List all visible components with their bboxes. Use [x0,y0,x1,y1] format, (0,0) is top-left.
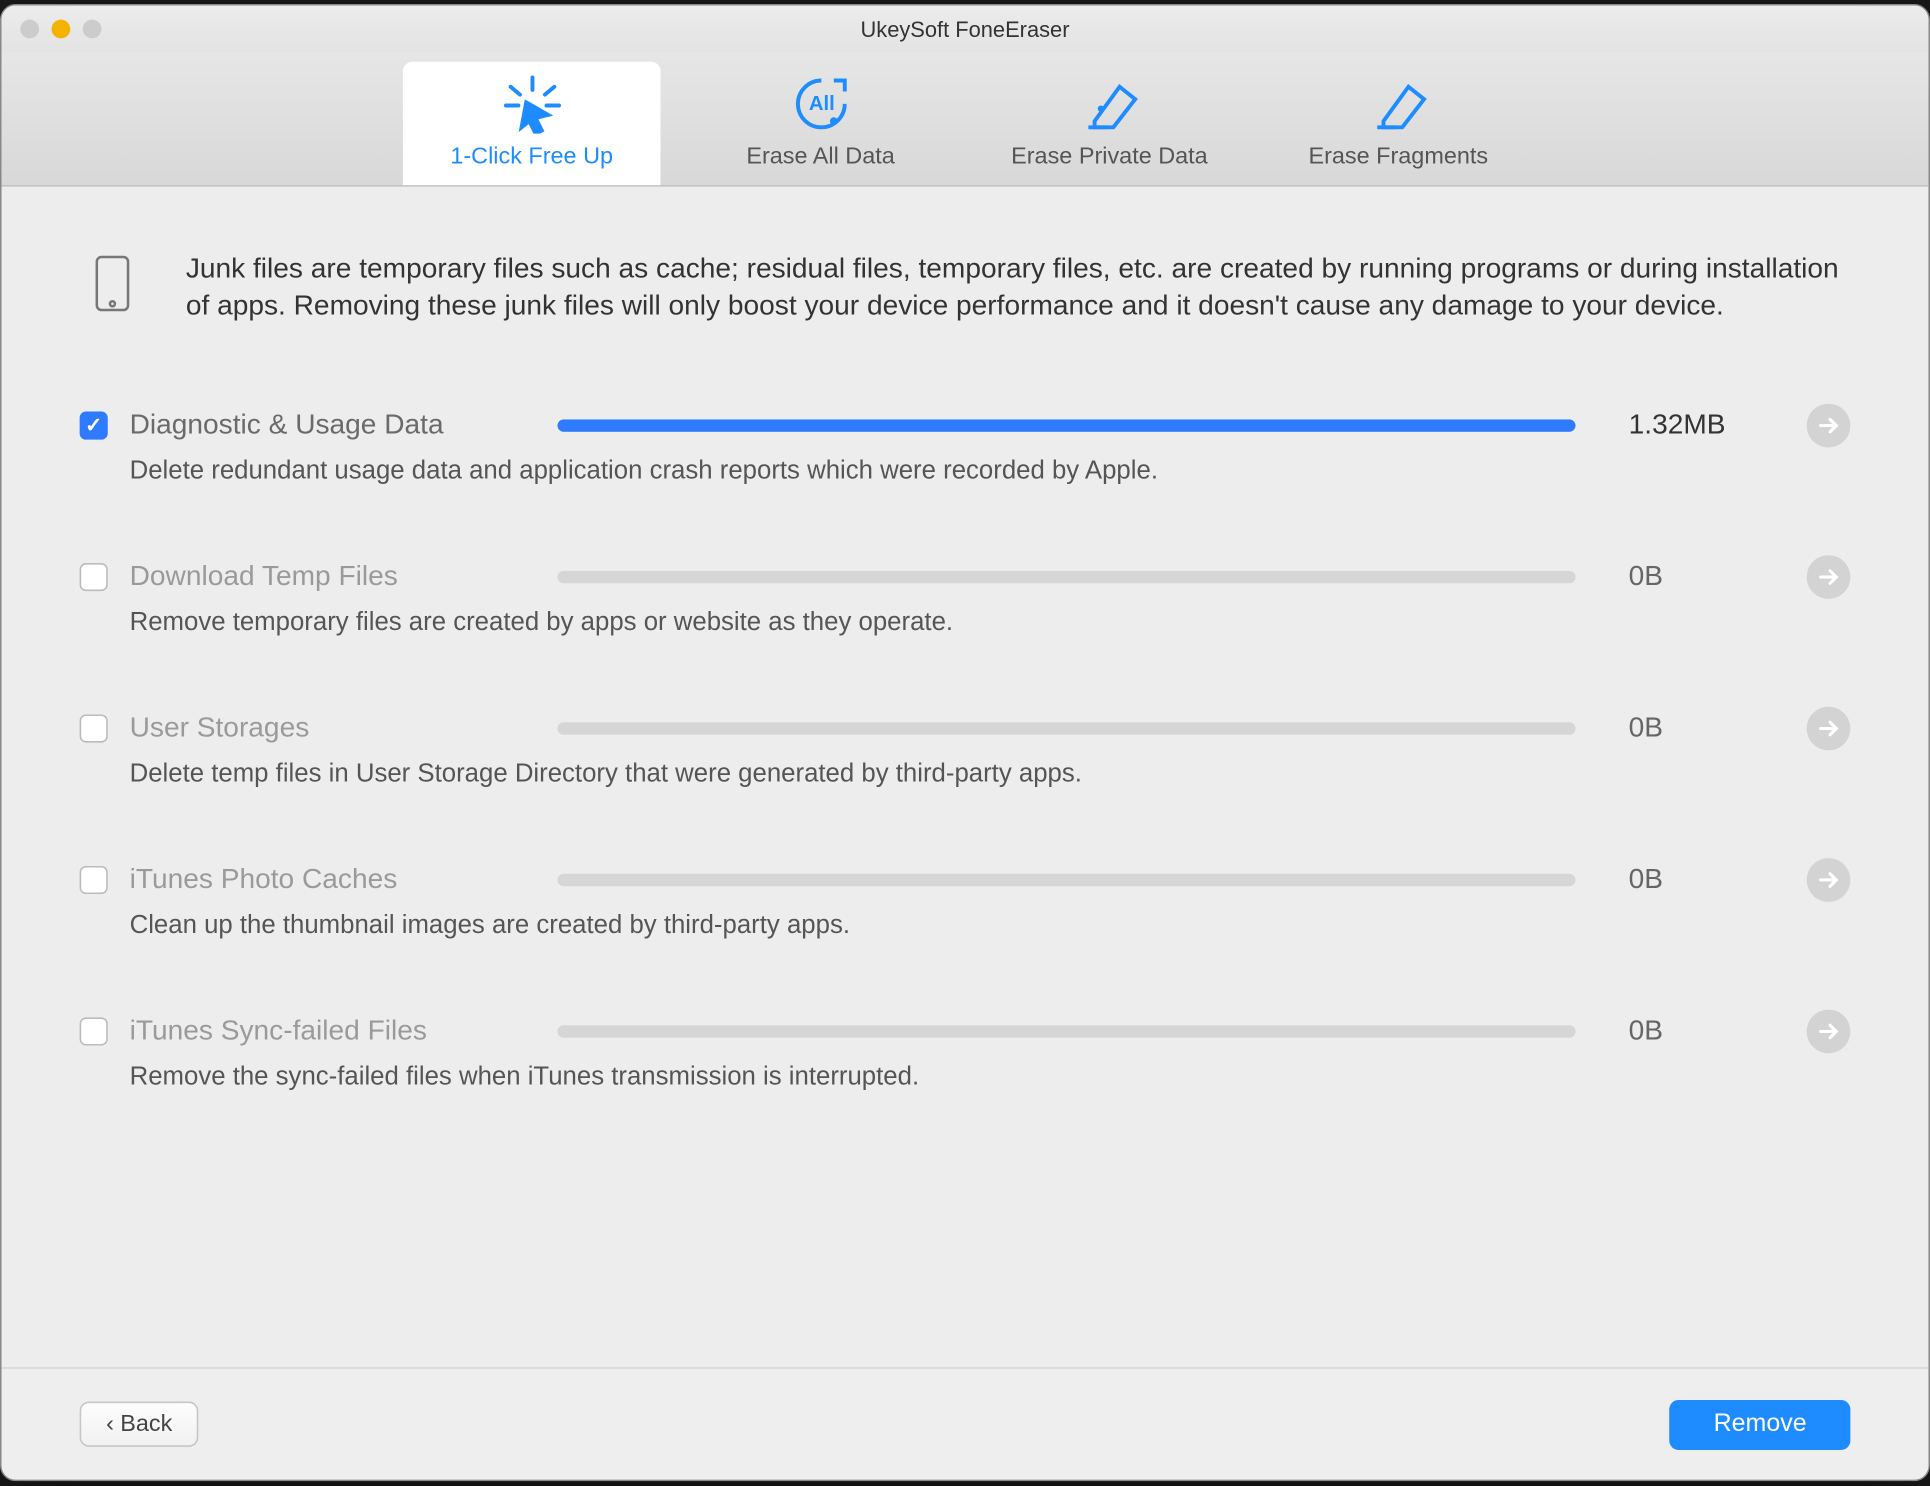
item-desc: Delete temp files in User Storage Direct… [130,760,1851,790]
item-title: iTunes Sync-failed Files [130,1015,536,1048]
junk-item: Download Temp Files 0B Remove temporary … [80,555,1851,638]
back-button[interactable]: ‹ Back [80,1402,199,1447]
traffic-lights [20,20,101,39]
item-title: User Storages [130,712,536,745]
item-title: iTunes Photo Caches [130,863,536,896]
remove-button[interactable]: Remove [1670,1400,1850,1450]
progress-bar [557,419,1575,431]
app-window: UkeySoft FoneEraser 1-Click Free Up [0,4,1930,1481]
tab-bar: 1-Click Free Up All Erase All Data [2,53,1929,187]
item-checkbox[interactable] [80,866,108,894]
detail-arrow-button[interactable] [1807,1009,1851,1053]
junk-item: User Storages 0B Delete temp files in Us… [80,706,1851,789]
detail-arrow-button[interactable] [1807,706,1851,750]
junk-item: Diagnostic & Usage Data 1.32MB Delete re… [80,404,1851,487]
eraser-private-icon [981,72,1239,138]
tab-label: Erase Private Data [981,143,1239,170]
chevron-left-icon: ‹ [106,1411,114,1438]
phone-icon [95,256,139,320]
minimize-icon[interactable] [52,20,71,39]
back-label: Back [120,1411,172,1438]
item-desc: Clean up the thumbnail images are create… [130,911,1851,941]
item-size: 0B [1629,863,1785,896]
item-desc: Remove the sync-failed files when iTunes… [130,1062,1851,1092]
tab-label: 1-Click Free Up [403,143,661,170]
svg-text:All: All [808,94,834,116]
eraser-fragments-icon [1269,72,1527,138]
item-size: 1.32MB [1629,409,1785,442]
progress-bar [557,722,1575,734]
item-title: Diagnostic & Usage Data [130,409,536,442]
tab-label: Erase Fragments [1269,143,1527,170]
item-desc: Remove temporary files are created by ap… [130,608,1851,638]
item-desc: Delete redundant usage data and applicat… [130,457,1851,487]
progress-bar [557,571,1575,583]
erase-all-icon: All [692,72,950,138]
titlebar: UkeySoft FoneEraser [2,6,1929,53]
item-size: 0B [1629,712,1785,745]
item-checkbox[interactable] [80,714,108,742]
cursor-icon [403,72,661,138]
item-size: 0B [1629,1015,1785,1048]
zoom-icon[interactable] [83,20,102,39]
progress-bar [557,874,1575,886]
detail-arrow-button[interactable] [1807,404,1851,448]
tab-erase-fragments[interactable]: Erase Fragments [1269,62,1527,185]
item-title: Download Temp Files [130,560,536,593]
detail-arrow-button[interactable] [1807,555,1851,599]
item-checkbox[interactable] [80,1017,108,1045]
junk-items-list: Diagnostic & Usage Data 1.32MB Delete re… [80,404,1851,1093]
close-icon[interactable] [20,20,39,39]
item-checkbox[interactable] [80,563,108,591]
tab-label: Erase All Data [692,143,950,170]
tab-erase-private[interactable]: Erase Private Data [981,62,1239,185]
item-checkbox[interactable] [80,411,108,439]
window-title: UkeySoft FoneEraser [2,17,1929,42]
tab-erase-all[interactable]: All Erase All Data [692,62,950,185]
footer: ‹ Back Remove [2,1368,1929,1480]
progress-fill [557,419,1575,431]
item-size: 0B [1629,560,1785,593]
progress-bar [557,1025,1575,1037]
detail-arrow-button[interactable] [1807,858,1851,902]
intro-text: Junk files are temporary files such as c… [186,250,1851,326]
intro-row: Junk files are temporary files such as c… [80,250,1851,326]
junk-item: iTunes Photo Caches 0B Clean up the thum… [80,858,1851,941]
tab-1click-freeup[interactable]: 1-Click Free Up [403,62,661,185]
main-content: Junk files are temporary files such as c… [2,187,1929,1367]
junk-item: iTunes Sync-failed Files 0B Remove the s… [80,1009,1851,1092]
